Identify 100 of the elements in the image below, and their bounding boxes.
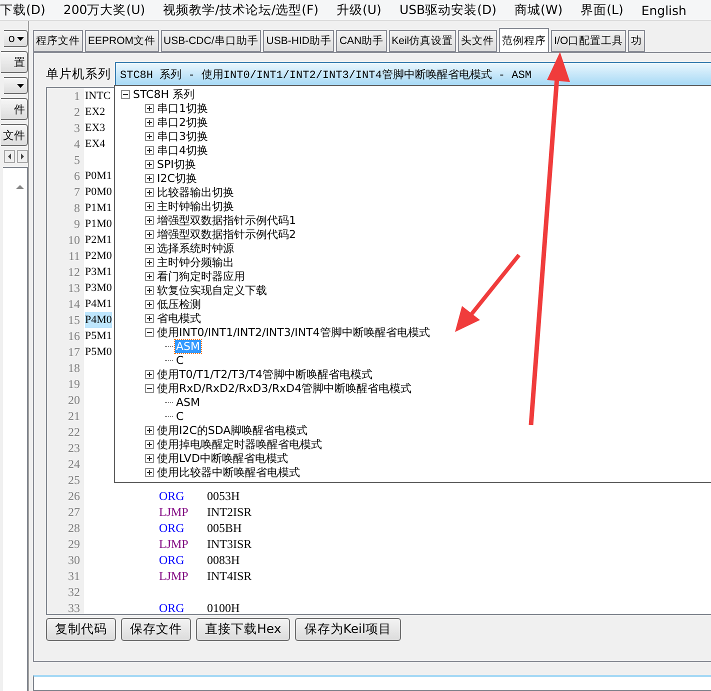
expand-icon[interactable] — [145, 440, 154, 448]
dropdown[interactable]: o — [4, 30, 28, 47]
line-number: 33 — [47, 600, 84, 614]
tab[interactable]: 头文件 — [458, 30, 498, 52]
collapse-icon[interactable] — [145, 328, 154, 336]
series-dropdown[interactable]: STC8H 系列 - 使用INT0/INT1/INT2/INT3/INT4管脚中断唤醒省电模式 - ASM — [115, 62, 711, 86]
tree-item[interactable]: 看门狗定时器应用 — [156, 270, 246, 282]
tree-item[interactable]: 比较器输出切换 — [156, 186, 235, 198]
expand-icon[interactable] — [145, 104, 154, 112]
tree-item[interactable]: 使用T0/T1/T2/T3/T4管脚中断唤醒省电模式 — [156, 368, 374, 380]
tree-item[interactable]: 增强型双数据指针示例代码1 — [156, 214, 297, 226]
action-button[interactable]: 直接下载Hex — [196, 618, 290, 641]
dropdown[interactable] — [4, 77, 28, 94]
expand-icon[interactable] — [145, 286, 154, 294]
code-keyword: ORG — [159, 488, 186, 504]
tab[interactable]: I/O口配置工具 — [551, 30, 626, 52]
menu-item[interactable]: English — [632, 2, 696, 18]
tree-item[interactable]: C — [175, 410, 185, 422]
tree-item[interactable]: I2C切换 — [156, 172, 198, 184]
code-text: P0M1 — [85, 169, 112, 184]
menu-item[interactable]: 200万大奖(U) — [54, 2, 154, 18]
expand-icon[interactable] — [145, 230, 154, 238]
menu-item[interactable]: 界面(L) — [572, 2, 632, 18]
code-text: EX2 — [85, 105, 106, 120]
tree-item[interactable]: ASM — [175, 396, 201, 408]
expand-icon[interactable] — [145, 188, 154, 196]
expand-icon[interactable] — [145, 132, 154, 140]
expand-icon[interactable] — [145, 468, 154, 476]
expand-icon[interactable] — [145, 146, 154, 154]
collapse-icon[interactable] — [121, 90, 130, 98]
list-box[interactable] — [3, 167, 28, 691]
collapse-icon[interactable] — [145, 384, 154, 392]
expand-icon[interactable] — [145, 202, 154, 210]
expand-icon[interactable] — [145, 426, 154, 434]
menu-item[interactable]: USB驱动安装(D) — [390, 2, 506, 18]
tree-item[interactable]: 软复位实现自定义下载 — [156, 284, 268, 296]
line-number: 9 — [47, 216, 84, 232]
output-area[interactable] — [33, 675, 711, 691]
line-number: 14 — [47, 296, 84, 312]
code-text: P0M0 — [85, 185, 112, 200]
action-button[interactable]: 保存为Keil项目 — [295, 618, 400, 641]
tab[interactable]: CAN助手 — [336, 30, 387, 52]
code-text: P5M1 — [85, 329, 112, 344]
tree-item[interactable]: 省电模式 — [156, 312, 202, 324]
expand-icon[interactable] — [145, 244, 154, 252]
expand-icon[interactable] — [145, 174, 154, 182]
expand-icon[interactable] — [145, 258, 154, 266]
side-button[interactable]: 文件 — [1, 124, 28, 146]
tab[interactable]: 范例程序 — [499, 28, 550, 52]
code-text: P1M0 — [85, 217, 112, 232]
action-button[interactable]: 保存文件 — [121, 618, 191, 641]
menu-item[interactable]: 下载(D) — [0, 2, 54, 18]
tree-item[interactable]: STC8H 系列 — [132, 88, 196, 100]
tree-item[interactable]: 使用I2C的SDA脚唤醒省电模式 — [156, 424, 309, 436]
expand-icon[interactable] — [145, 300, 154, 308]
menu-item[interactable]: 升级(U) — [328, 2, 390, 18]
line-number: 1 — [47, 88, 84, 104]
side-button[interactable]: 件 — [1, 98, 28, 120]
tree-item[interactable]: 主时钟输出切换 — [156, 200, 235, 212]
tree-item[interactable]: 低压检测 — [156, 298, 202, 310]
tree-item[interactable]: 增强型双数据指针示例代码2 — [156, 228, 297, 240]
line-number: 23 — [47, 440, 84, 456]
side-button[interactable]: 置 — [1, 51, 28, 73]
tree-item[interactable]: 串口2切换 — [156, 116, 209, 128]
tree-item[interactable]: 主时钟分频输出 — [156, 256, 235, 268]
tree-item[interactable]: C — [175, 354, 185, 366]
tab[interactable]: Keil仿真设置 — [388, 30, 456, 52]
scroll-right-icon[interactable] — [17, 150, 28, 163]
tab[interactable]: USB-CDC/串口助手 — [160, 30, 262, 52]
tree-item[interactable]: 串口1切换 — [156, 102, 209, 114]
expand-icon[interactable] — [145, 160, 154, 168]
expand-icon[interactable] — [145, 118, 154, 126]
tab[interactable]: EEPROM文件 — [85, 30, 159, 52]
line-number: 4 — [47, 136, 84, 152]
tree-item[interactable]: 使用掉电唤醒定时器唤醒省电模式 — [156, 438, 323, 450]
expand-icon[interactable] — [145, 370, 154, 378]
tree-item[interactable]: 使用LVD中断唤醒省电模式 — [156, 452, 289, 464]
tree-item[interactable]: 使用RxD/RxD2/RxD3/RxD4管脚中断唤醒省电模式 — [156, 382, 413, 394]
tree-item[interactable]: SPI切换 — [156, 158, 197, 170]
menu-item[interactable]: 视频教学/技术论坛/选型(F) — [154, 2, 328, 18]
line-number: 20 — [47, 392, 84, 408]
tab[interactable]: 功 — [628, 30, 646, 52]
tab[interactable]: 程序文件 — [33, 30, 83, 52]
tree-item[interactable]: 使用INT0/INT1/INT2/INT3/INT4管脚中断唤醒省电模式 — [156, 326, 431, 338]
tree-item[interactable]: 串口4切换 — [156, 144, 209, 156]
line-number: 19 — [47, 376, 84, 392]
line-number: 12 — [47, 264, 84, 280]
code-keyword: ORG — [159, 520, 186, 536]
menu-item[interactable]: 商城(W) — [505, 2, 572, 18]
tree-item[interactable]: 串口3切换 — [156, 130, 209, 142]
expand-icon[interactable] — [145, 216, 154, 224]
tree-item[interactable]: 使用比较器中断唤醒省电模式 — [156, 466, 301, 478]
expand-icon[interactable] — [145, 314, 154, 322]
tree-item[interactable]: 选择系统时钟源 — [156, 242, 235, 254]
action-button[interactable]: 复制代码 — [46, 618, 116, 641]
expand-icon[interactable] — [145, 272, 154, 280]
tab[interactable]: USB-HID助手 — [263, 30, 334, 52]
expand-icon[interactable] — [145, 454, 154, 462]
line-number: 31 — [47, 568, 84, 584]
scroll-left-icon[interactable] — [4, 150, 15, 163]
